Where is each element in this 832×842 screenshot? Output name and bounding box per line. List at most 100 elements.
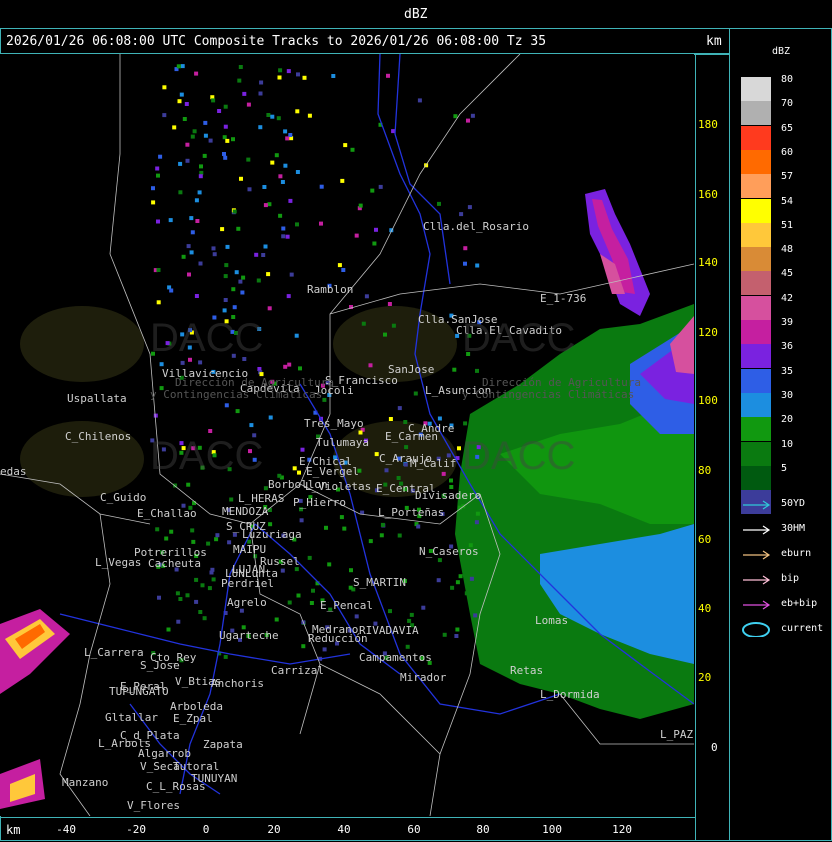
echo-pixel <box>449 478 453 483</box>
place-label: Agrelo <box>227 596 267 609</box>
echo-pixel <box>223 274 228 279</box>
echo-pixel <box>384 468 389 473</box>
legend-swatch <box>741 101 771 126</box>
echo-pixel <box>380 522 385 527</box>
echo-pixel <box>194 577 199 582</box>
place-label: Mirador <box>400 671 447 684</box>
radar-map[interactable]: Clla.del_Rosario Ramblon Clla.SanJose Clla.… <box>0 54 694 816</box>
echo-pixel <box>190 230 195 235</box>
place-label: MENDOZA <box>222 505 269 518</box>
place-label: V_Flores <box>127 799 180 812</box>
echo-pixel <box>155 166 160 171</box>
echo-pixel <box>319 184 324 189</box>
echo-pixel <box>286 69 291 74</box>
legend-value: 35 <box>781 365 794 377</box>
echo-pixel <box>337 263 342 268</box>
echo-pixel <box>436 578 441 583</box>
echo-pixel <box>267 306 272 311</box>
y-tick-label: 40 <box>698 602 712 615</box>
echo-pixel <box>209 570 214 575</box>
echo-pixel <box>178 597 183 601</box>
echo-pixel <box>172 125 177 130</box>
legend-value: 45 <box>781 268 794 280</box>
echo-pixel <box>281 234 286 239</box>
track-legend-label: current <box>781 623 824 634</box>
echo-pixel <box>217 109 222 113</box>
echo-pixel <box>459 212 464 217</box>
echo-pixel <box>288 198 293 203</box>
place-label: L_Carrera <box>84 646 144 659</box>
echo-pixel <box>232 305 237 310</box>
km-label-top: km <box>706 34 722 49</box>
y-tick-label: 120 <box>698 326 718 339</box>
echo-pixel <box>342 526 347 531</box>
echo-pixel <box>296 72 300 77</box>
echo-pixel <box>197 190 202 195</box>
echo-pixel <box>268 415 273 420</box>
place-label: Ramblon <box>307 283 354 296</box>
echo-pixel <box>354 614 359 619</box>
echo-pixel <box>198 360 203 365</box>
legend-swatch <box>741 344 771 369</box>
echo-pixel <box>198 610 203 614</box>
echo-pixel <box>368 539 373 544</box>
echo-pixel <box>249 423 254 428</box>
y-tick-label: 160 <box>698 188 718 201</box>
echo-pixel <box>261 253 266 257</box>
place-label: Ugarteche <box>219 629 279 642</box>
echo-pixel <box>194 198 199 203</box>
echo-pixel <box>155 527 160 532</box>
place-label: Retas <box>510 664 544 677</box>
place-label: C_Andre <box>408 422 455 435</box>
x-tick-label: 100 <box>542 823 562 836</box>
echo-pixel <box>404 445 409 450</box>
legend-value: 36 <box>781 341 794 353</box>
echo-pixel <box>194 599 199 604</box>
echo-pixel <box>208 138 213 143</box>
echo-pixel <box>463 246 468 251</box>
track-arrow-icon <box>743 550 771 560</box>
track-arrow-icon <box>743 500 771 510</box>
legend-level: 5 <box>741 463 831 490</box>
echo-pixel <box>457 446 461 451</box>
echo-pixel <box>307 113 312 118</box>
place-label: C_d_Plata <box>120 729 180 742</box>
echo-pixel <box>238 279 243 284</box>
echo-pixel <box>177 99 182 104</box>
echo-pixel <box>191 539 196 544</box>
echo-pixel <box>168 218 173 223</box>
echo-pixel <box>309 601 314 605</box>
echo-pixel <box>278 213 283 218</box>
y-tick-label: 80 <box>698 464 712 477</box>
echo-pixel <box>302 75 307 80</box>
echo-pixel <box>467 205 472 210</box>
echo-pixel <box>350 147 355 152</box>
echo-pixel <box>246 102 251 107</box>
echo-pixel <box>407 618 412 623</box>
track-legend-item: current <box>741 621 831 639</box>
echo-pixel <box>296 593 301 598</box>
echo-pixel <box>211 98 216 103</box>
echo-pixel <box>280 568 285 573</box>
echo-pixel <box>300 447 305 452</box>
echo-pixel <box>331 74 336 78</box>
legend-swatch <box>741 149 771 174</box>
echo-pixel <box>234 270 239 275</box>
watermark-logo-1 <box>20 306 144 382</box>
x-tick-label: 0 <box>202 823 210 836</box>
echo-pixel <box>455 580 460 585</box>
echo-pixel <box>186 244 191 249</box>
echo-pixel <box>192 129 197 134</box>
echo-pixel <box>178 190 183 195</box>
echo-pixel <box>185 158 190 163</box>
echo-pixel <box>370 188 375 193</box>
place-label: C_Chilenos <box>65 430 132 443</box>
echo-pixel <box>195 219 200 223</box>
echo-pixel <box>469 576 474 581</box>
track-arrow-icon <box>743 525 771 535</box>
echo-pixel <box>215 533 220 538</box>
echo-pixel <box>278 68 283 73</box>
echo-pixel <box>190 528 195 533</box>
place-label: Divisadero <box>415 489 482 502</box>
echo-pixel <box>283 163 288 168</box>
